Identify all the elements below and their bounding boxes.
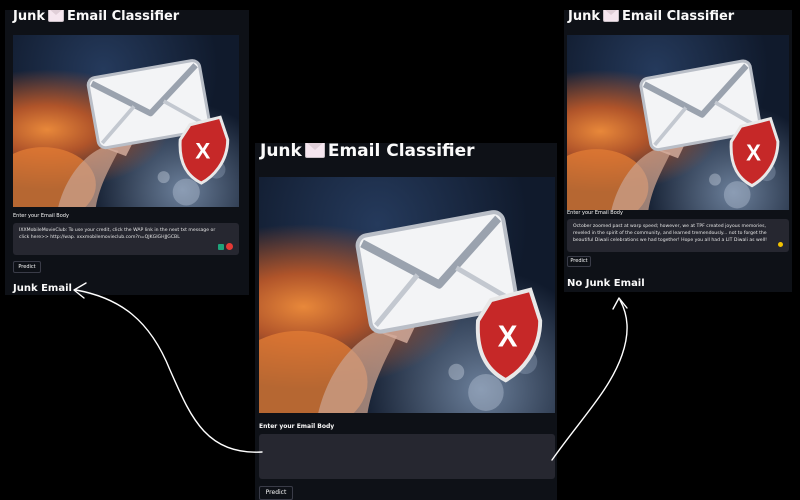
svg-text:X: X [195,138,210,163]
email-body-input[interactable] [259,434,555,479]
app-title: Junk♥Email Classifier [13,10,180,24]
email-body-label: Enter your Email Body [567,210,623,216]
right-arrow-curve [551,299,628,461]
love-letter-icon: ♥ [304,143,325,158]
hero-image: X [13,35,239,207]
notification-badge-icon [226,243,233,250]
email-body-label: Enter your Email Body [259,423,335,430]
email-body-text: IXXMobileMovieClub: To use your credit, … [19,228,216,240]
center-app-window: Junk♥Email Classifier X Enter your Email… [255,143,557,500]
emoji-badge-icon [778,242,783,247]
extension-badge-icon [218,243,224,250]
email-body-input[interactable]: October zoomed past at warp speed; howev… [567,219,789,252]
prediction-result: No Junk Email [567,278,645,289]
predict-button[interactable]: Predict [13,261,41,273]
predict-button[interactable]: Predict [259,486,293,500]
hero-image: X [259,177,555,413]
left-app-window: Junk♥Email Classifier X Enter your Email… [5,10,249,295]
love-letter-icon: ♥ [603,10,619,22]
input-extension-badges [778,242,783,247]
svg-text:X: X [498,320,518,354]
envelope-shield-illustration: X [259,210,543,413]
hero-image: X [567,35,789,210]
email-body-label: Enter your Email Body [13,213,69,219]
email-body-input[interactable]: IXXMobileMovieClub: To use your credit, … [13,223,239,255]
predict-button[interactable]: Predict [567,256,591,267]
email-body-text: October zoomed past at warp speed; howev… [573,224,767,243]
svg-text:X: X [746,140,761,165]
right-app-window: Junk♥Email Classifier X Enter your Email… [564,10,792,292]
input-extension-badges [218,243,233,250]
envelope-shield-illustration: X [13,59,230,207]
envelope-shield-illustration: X [567,59,780,210]
prediction-result: Junk Email [13,283,72,294]
left-arrow-curve [75,289,263,453]
right-arrowhead-icon [612,297,628,310]
app-title: Junk♥Email Classifier [568,10,735,24]
app-title: Junk♥Email Classifier [260,143,475,161]
love-letter-icon: ♥ [48,10,64,22]
